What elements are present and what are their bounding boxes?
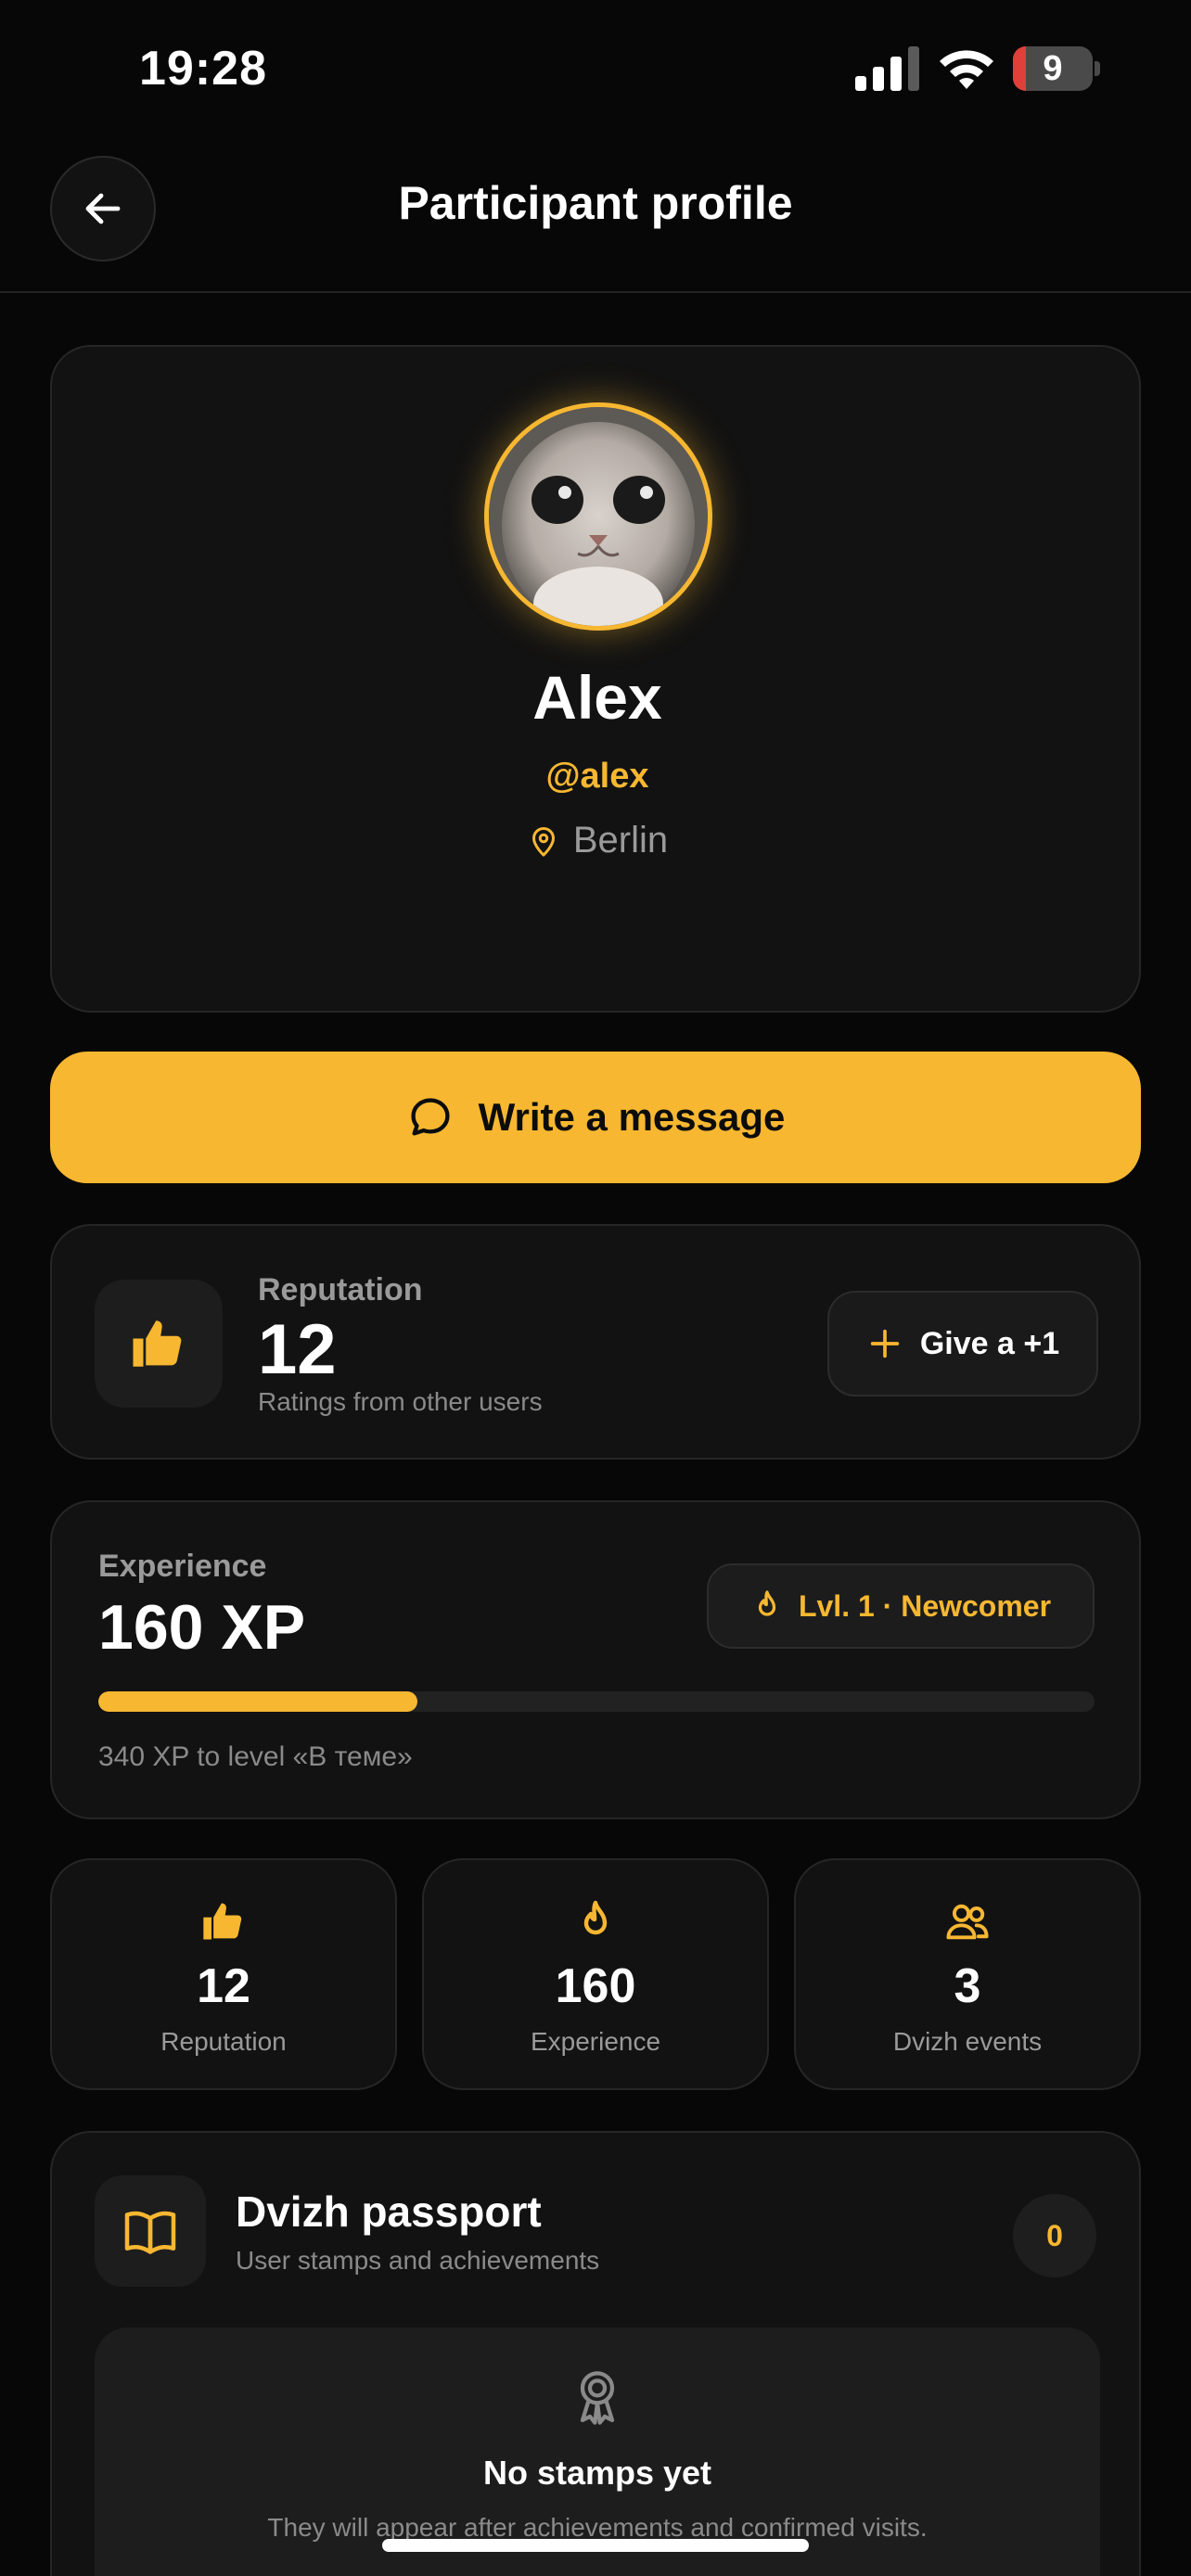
write-message-label: Write a message — [478, 1095, 786, 1139]
home-indicator[interactable] — [382, 2539, 809, 2552]
xp-progress-fill — [98, 1691, 417, 1712]
kitten-avatar-image — [489, 407, 708, 626]
empty-state-title: No stamps yet — [482, 2454, 712, 2492]
wifi-icon — [940, 50, 993, 89]
stamp-count-badge: 0 — [1013, 2194, 1096, 2277]
map-pin-icon — [531, 826, 555, 856]
experience-label: Experience — [98, 1549, 267, 1584]
next-level-text: 340 XP to level «В теме» — [98, 1741, 413, 1772]
profile-name: Alex — [532, 663, 662, 732]
stat-tile-events: 3 Dvizh events — [794, 1858, 1141, 2090]
xp-progress-bar — [98, 1691, 1095, 1712]
experience-card: Experience 160 XP Lvl. 1 · Newcomer 340 … — [50, 1500, 1141, 1819]
level-badge: Lvl. 1 · Newcomer — [707, 1563, 1095, 1649]
stat-label: Dvizh events — [892, 2027, 1043, 2056]
chat-bubble-icon — [411, 1098, 450, 1136]
reputation-value: 12 — [258, 1310, 337, 1389]
reputation-icon-tile — [95, 1280, 223, 1408]
plus-icon — [870, 1329, 900, 1358]
battery-level: 9 — [1043, 49, 1063, 88]
stat-label: Reputation — [160, 2027, 287, 2056]
avatar[interactable] — [484, 402, 712, 631]
level-badge-text: Lvl. 1 · Newcomer — [798, 1588, 1052, 1623]
open-book-icon — [124, 2211, 176, 2254]
reputation-label: Reputation — [258, 1272, 423, 1307]
stat-tile-experience: 160 Experience — [422, 1858, 769, 2090]
cellular-signal-icon — [855, 46, 919, 91]
stat-label: Experience — [530, 2027, 661, 2056]
status-time: 19:28 — [139, 42, 267, 96]
reputation-subtitle: Ratings from other users — [258, 1387, 543, 1416]
write-message-button[interactable]: Write a message — [50, 1052, 1141, 1183]
passport-card: Dvizh passport User stamps and achieveme… — [50, 2131, 1141, 2576]
reputation-card: Reputation 12 Ratings from other users G… — [50, 1224, 1141, 1460]
profile-handle: @alex — [545, 757, 649, 796]
give-plus-one-label: Give a +1 — [919, 1325, 1060, 1361]
stat-tile-reputation: 12 Reputation — [50, 1858, 397, 2090]
page-title: Participant profile — [398, 177, 793, 229]
give-plus-one-button[interactable]: Give a +1 — [827, 1291, 1098, 1396]
users-icon — [946, 1904, 989, 1940]
battery-indicator: 9 — [1013, 46, 1100, 91]
passport-title: Dvizh passport — [236, 2187, 542, 2236]
header: Participant profile — [0, 148, 1191, 293]
flame-icon — [583, 1900, 608, 1935]
stat-value: 160 — [555, 1959, 636, 2013]
profile-location: Berlin — [52, 820, 1143, 861]
profile-card: Alex @alex Berlin — [50, 345, 1141, 1013]
thumbs-up-icon — [133, 1320, 182, 1367]
flame-icon — [758, 1590, 776, 1616]
status-bar: 19:28 9 — [0, 0, 1191, 139]
thumbs-up-icon — [203, 1903, 242, 1940]
passport-subtitle: User stamps and achievements — [236, 2246, 600, 2275]
experience-value: 160 XP — [98, 1592, 306, 1663]
stat-value: 3 — [954, 1959, 981, 2013]
passport-icon-tile — [95, 2175, 206, 2287]
award-icon — [580, 2371, 615, 2425]
stat-value: 12 — [197, 1959, 250, 2013]
location-text: Berlin — [572, 820, 669, 861]
